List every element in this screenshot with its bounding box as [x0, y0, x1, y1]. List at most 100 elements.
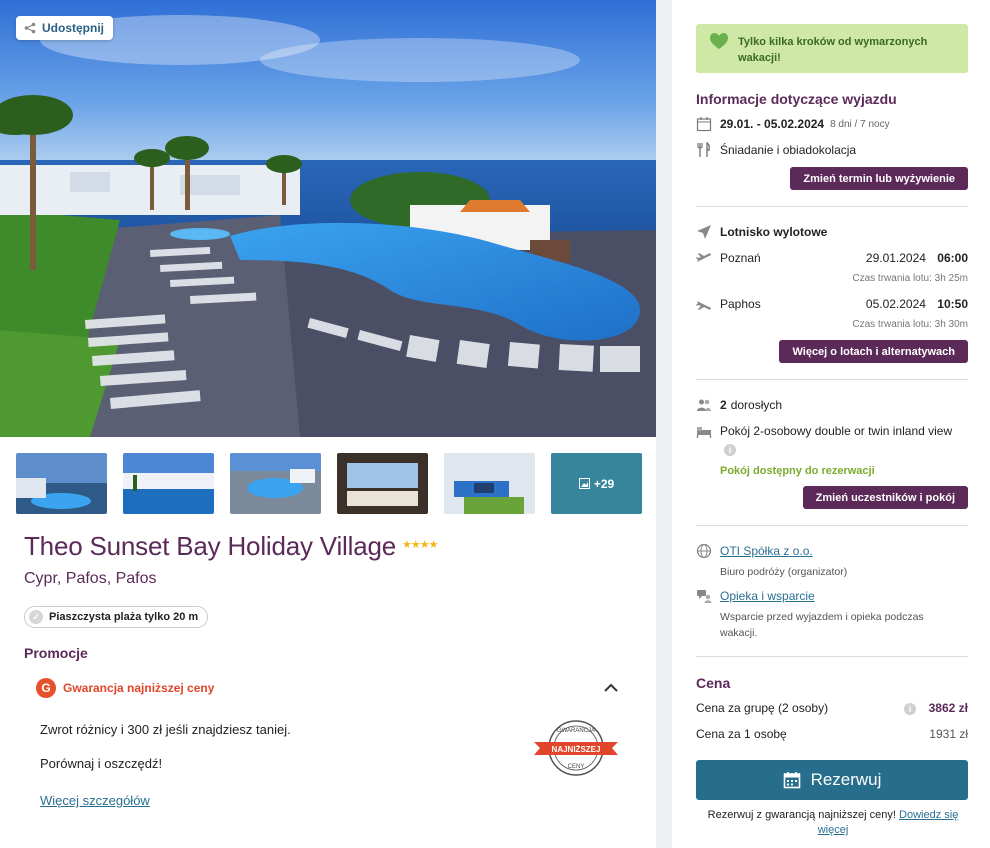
users-icon [696, 397, 712, 413]
departure-airport-row: Lotnisko wylotowe [696, 224, 968, 240]
divider [696, 206, 968, 207]
info-icon[interactable]: i [904, 703, 916, 715]
reserve-button[interactable]: Rezerwuj [696, 760, 968, 800]
divider [696, 525, 968, 526]
navigation-arrow-icon [696, 224, 712, 240]
gallery-thumbnail[interactable] [123, 453, 214, 514]
cutlery-icon [696, 142, 712, 158]
hotel-title: Theo Sunset Bay Holiday Village ★★★★ [24, 531, 438, 562]
gallery-more-overlay: +29 [551, 453, 642, 514]
support-link[interactable]: Opieka i wsparcie [720, 589, 815, 603]
seal-middle-text: NAJNIŻSZEJ [552, 745, 601, 754]
promotion-title: Gwarancja najniższej ceny [63, 681, 215, 695]
share-button[interactable]: Udostępnij [16, 16, 113, 40]
adults-count: 2 [720, 398, 727, 412]
info-icon[interactable]: i [724, 444, 736, 456]
outbound-city: Poznań [720, 251, 761, 265]
inbound-flight-duration: Czas trwania lotu: 3h 30m [852, 319, 968, 330]
share-label: Udostępnij [42, 21, 104, 35]
thumbnail-image [16, 453, 107, 514]
hotel-name: Theo Sunset Bay Holiday Village [24, 531, 396, 561]
gallery-thumbnail[interactable] [337, 453, 428, 514]
group-price-row: Cena za grupę (2 osoby) [696, 701, 968, 715]
calendar-icon [696, 116, 712, 132]
adults-label: dorosłych [730, 398, 783, 412]
calendar-icon [783, 772, 800, 789]
reserve-note: Rezerwuj z gwarancją najniższej ceny! Do… [702, 808, 964, 838]
room-availability: Pokój dostępny do rezerwacji [720, 465, 875, 477]
hotel-main-column: Udostępnij +29 Theo Sunset Bay Holiday V… [0, 0, 656, 848]
heart-icon [710, 33, 728, 49]
notice-banner: Tylko kilka kroków od wymarzonych wakacj… [696, 24, 968, 73]
thumbnail-image [337, 453, 428, 514]
board-type: Śniadanie i obiadokolacja [720, 143, 857, 157]
divider [696, 656, 968, 657]
support-icon [696, 588, 712, 604]
thumbnail-image [444, 453, 535, 514]
thumbnail-image [230, 453, 321, 514]
gallery-thumbnail[interactable] [444, 453, 535, 514]
departure-airport-label: Lotnisko wylotowe [720, 225, 828, 239]
globe-icon [696, 543, 712, 559]
participants-row: 2 dorosłych [696, 397, 968, 413]
chevron-up-icon[interactable] [602, 679, 620, 697]
person-price-label: Cena za 1 osobę [696, 727, 787, 741]
trip-dates: 29.01. - 05.02.2024 [720, 117, 825, 131]
gallery-thumbnails: +29 [16, 453, 642, 514]
seal-top-text: GWARANCJA [557, 728, 595, 734]
promotion-text: Porównaj i oszczędź! [40, 756, 163, 771]
promotions-heading: Promocje [24, 645, 88, 661]
outbound-time: 06:00 [937, 251, 968, 265]
hotel-stars: ★★★★ [402, 539, 438, 551]
room-row: Pokój 2-osobowy double or twin inland vi… [696, 423, 968, 439]
gallery-more-count: +29 [593, 476, 615, 491]
outbound-date: 29.01.2024 [865, 251, 926, 265]
notice-text: Tylko kilka kroków od wymarzonych wakacj… [738, 36, 928, 64]
hotel-hero-image[interactable]: Udostępnij [0, 0, 656, 437]
seal-bottom-text: CENY [568, 764, 585, 770]
reserve-note-text: Rezerwuj z gwarancją najniższej ceny! [707, 809, 896, 821]
inbound-city: Paphos [720, 297, 761, 311]
share-icon [24, 22, 36, 34]
inbound-time: 10:50 [937, 297, 968, 311]
change-participants-button[interactable]: Zmień uczestników i pokój [802, 486, 968, 509]
booking-sidebar: Tylko kilka kroków od wymarzonych wakacj… [672, 0, 990, 848]
organizer-link[interactable]: OTI Spółka z o.o. [720, 544, 813, 558]
promotion-details-link[interactable]: Więcej szczegółów [40, 793, 150, 808]
bed-icon [696, 423, 712, 439]
organizer-role: Biuro podróży (organizator) [720, 566, 848, 578]
beach-badge: ✓ Piaszczysta plaża tylko 20 m [24, 606, 209, 628]
change-dates-button[interactable]: Zmień termin lub wyżywienie [790, 167, 968, 190]
outbound-flight-duration: Czas trwania lotu: 3h 25m [852, 273, 968, 284]
beach-badge-label: Piaszczysta plaża tylko 20 m [49, 611, 199, 623]
divider [696, 379, 968, 380]
support-row: Opieka i wsparcie [696, 588, 968, 604]
more-flights-button[interactable]: Więcej o lotach i alternatywach [779, 340, 968, 363]
board-row: Śniadanie i obiadokolacja [696, 142, 968, 158]
trip-dates-row: 29.01. - 05.02.2024 8 dni / 7 nocy [696, 116, 968, 132]
price-heading: Cena [696, 675, 731, 691]
room-type: Pokój 2-osobowy double or twin inland vi… [720, 424, 953, 438]
photos-icon [578, 478, 590, 489]
guarantee-logo-icon: G [36, 678, 56, 698]
plane-takeoff-icon [696, 250, 712, 266]
person-price-row: Cena za 1 osobę [696, 727, 968, 741]
group-price-value: 3862 zł [928, 701, 968, 715]
check-icon: ✓ [29, 610, 43, 624]
support-description: Wsparcie przed wyjazdem i opieka podczas… [720, 611, 924, 639]
plane-landing-icon [696, 296, 712, 312]
gallery-more-thumbnail[interactable]: +29 [551, 453, 642, 514]
inbound-datetime: 05.02.2024 10:50 [866, 297, 968, 311]
gallery-thumbnail[interactable] [16, 453, 107, 514]
person-price-value: 1931 zł [929, 727, 968, 741]
outbound-datetime: 29.01.2024 06:00 [866, 251, 968, 265]
hotel-location: Cypr, Pafos, Pafos [24, 570, 157, 587]
promotion-text: Zwrot różnicy i 300 zł jeśli znajdziesz … [40, 722, 291, 737]
gallery-thumbnail[interactable] [230, 453, 321, 514]
trip-info-heading: Informacje dotyczące wyjazdu [696, 91, 897, 107]
inbound-date: 05.02.2024 [865, 297, 926, 311]
reserve-button-label: Rezerwuj [810, 770, 882, 789]
promotion-accordion-header[interactable]: G Gwarancja najniższej ceny [36, 677, 626, 699]
trip-duration: 8 dni / 7 nocy [830, 118, 890, 130]
guarantee-seal-icon: GWARANCJA NAJNIŻSZEJ CENY [534, 720, 618, 776]
